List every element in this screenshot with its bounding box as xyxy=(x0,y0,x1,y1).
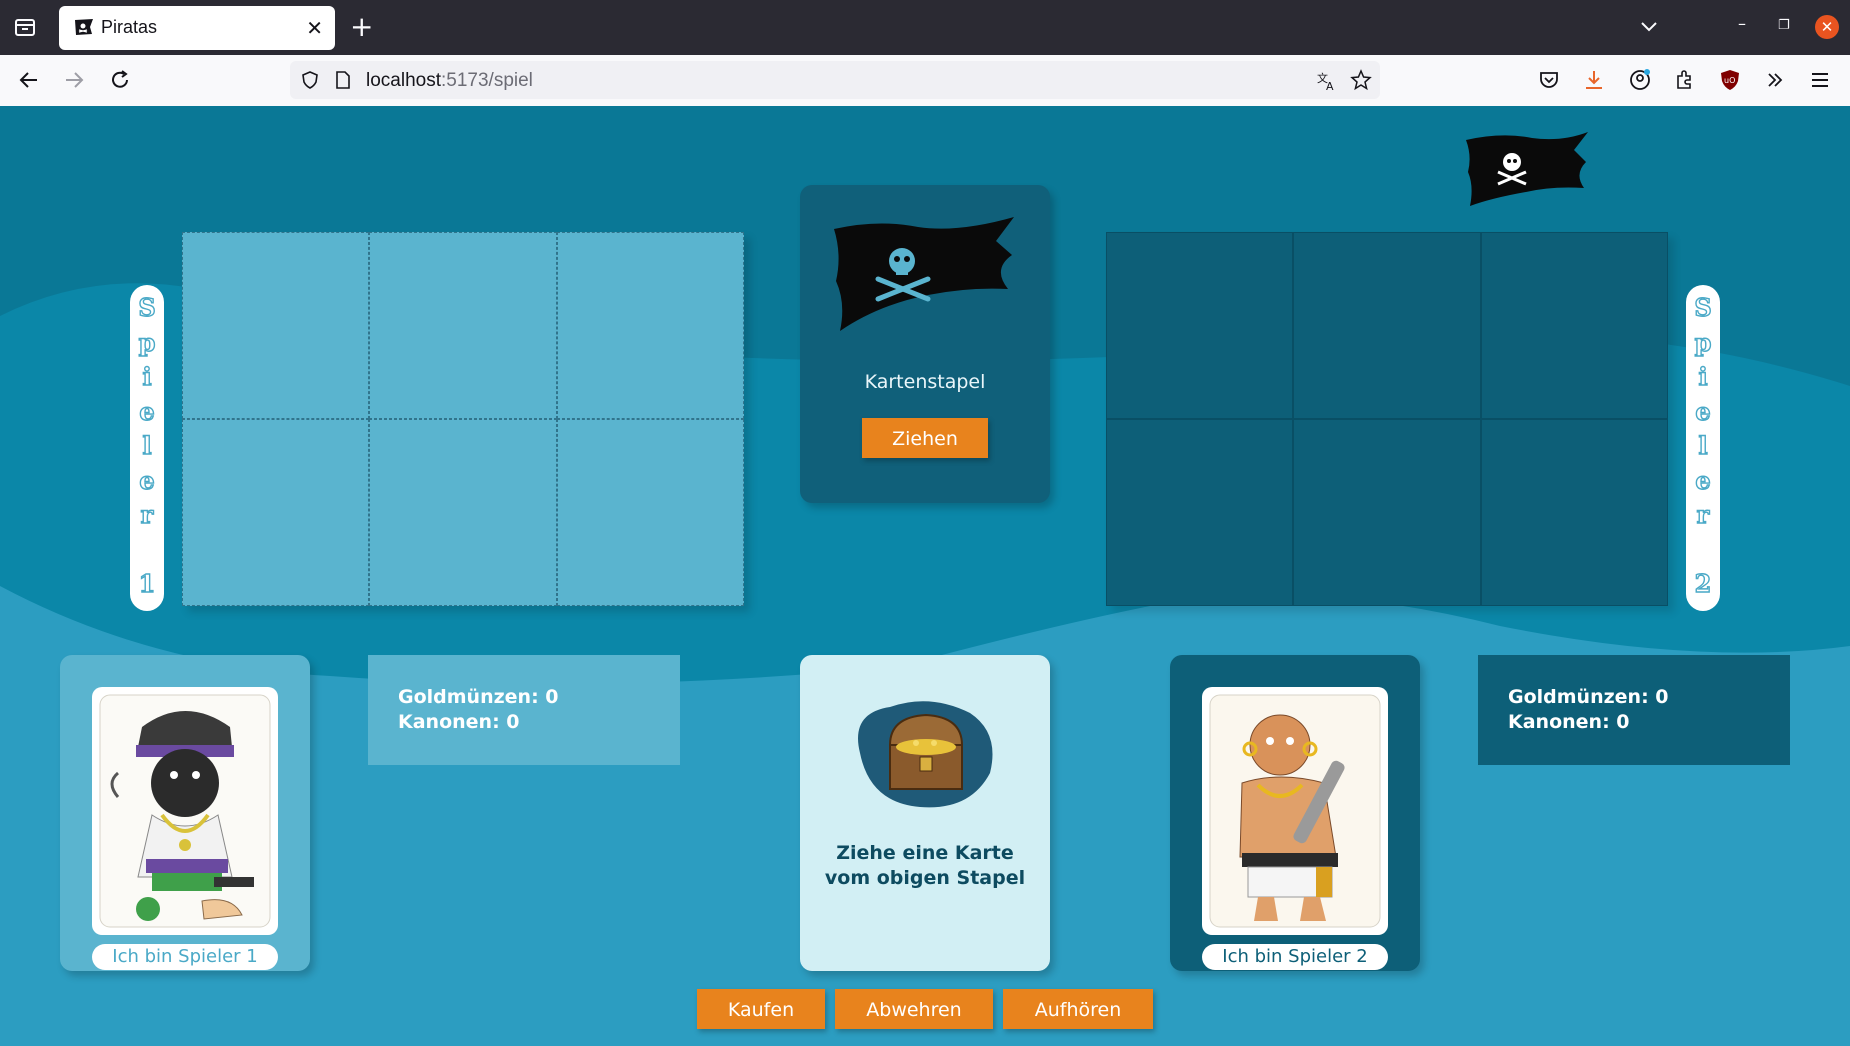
back-icon[interactable] xyxy=(16,67,42,93)
extensions-icon[interactable] xyxy=(1673,68,1697,92)
translate-icon[interactable]: 文 A xyxy=(1316,70,1338,92)
player1-board xyxy=(182,232,744,606)
player2-name: Ich bin Spieler 2 xyxy=(1202,944,1388,970)
player2-cannons: Kanonen: 0 xyxy=(1508,711,1630,733)
page-info-icon[interactable] xyxy=(334,70,352,90)
game-page: S p i e l e r 1 Kartenstapel Ziehen S p … xyxy=(0,106,1850,1046)
player1-label-char xyxy=(130,533,164,568)
player1-label-char: r xyxy=(140,499,154,529)
player2-board-slot[interactable] xyxy=(1106,419,1294,606)
restore-icon[interactable]: ❐ xyxy=(1778,18,1790,33)
firefox-view-icon[interactable] xyxy=(12,14,38,40)
player1-board-slot[interactable] xyxy=(556,419,744,606)
player1-label-char: 1 xyxy=(138,568,156,598)
window-close-icon[interactable]: ✕ xyxy=(1815,15,1839,39)
player1-name: Ich bin Spieler 1 xyxy=(92,944,278,970)
menu-icon[interactable] xyxy=(1808,68,1832,92)
browser-tab-bar: Piratas ✕ + – ❐ ✕ xyxy=(0,0,1850,55)
url-host: localhost xyxy=(366,70,441,91)
treasure-chest-icon xyxy=(858,701,993,808)
url-bar[interactable]: localhost:5173/spiel 文 A xyxy=(290,61,1380,99)
minimize-icon[interactable]: – xyxy=(1738,14,1746,33)
card-deck[interactable]: Kartenstapel Ziehen xyxy=(800,185,1050,503)
list-all-tabs-icon[interactable] xyxy=(1637,14,1661,38)
player2-board xyxy=(1106,232,1668,606)
player2-board-slot[interactable] xyxy=(1480,232,1668,419)
player2-character-card[interactable] xyxy=(1202,687,1388,935)
player2-label-char: p xyxy=(1694,327,1712,357)
pirate-character-image xyxy=(1209,694,1381,928)
player2-board-slot[interactable] xyxy=(1480,419,1668,606)
player1-label-char: p xyxy=(138,327,156,357)
pirate-flag-favicon-icon xyxy=(75,19,93,35)
deck-title: Kartenstapel xyxy=(864,371,986,393)
player2-label-char: i xyxy=(1698,361,1709,391)
stop-button[interactable]: Aufhören xyxy=(1003,989,1153,1029)
player1-label-char: e xyxy=(139,465,156,495)
buy-button[interactable]: Kaufen xyxy=(697,989,825,1029)
draw-card-button[interactable]: Ziehen xyxy=(862,418,988,458)
player1-board-slot[interactable] xyxy=(182,419,370,606)
browser-tab[interactable]: Piratas ✕ xyxy=(59,6,335,50)
downloads-icon[interactable] xyxy=(1582,68,1606,92)
player2-character-panel: Ich bin Spieler 2 xyxy=(1170,655,1420,971)
svg-text:uO: uO xyxy=(1724,76,1735,85)
player2-label-char xyxy=(1686,533,1720,568)
more-tools-icon[interactable] xyxy=(1763,68,1787,92)
hint-card: Ziehe eine Karte vom obigen Stapel xyxy=(800,655,1050,971)
player2-board-slot[interactable] xyxy=(1106,232,1294,419)
player2-label-char: e xyxy=(1695,465,1712,495)
browser-nav-bar: localhost:5173/spiel 文 A uO xyxy=(0,55,1850,107)
player1-board-slot[interactable] xyxy=(369,232,557,419)
player1-board-slot[interactable] xyxy=(182,232,370,419)
shield-icon[interactable] xyxy=(300,70,320,90)
player2-gold: Goldmünzen: 0 xyxy=(1508,686,1669,708)
bookmark-star-icon[interactable] xyxy=(1350,69,1372,91)
player1-cannons: Kanonen: 0 xyxy=(398,711,520,733)
player1-character-panel: Ich bin Spieler 1 xyxy=(60,655,310,971)
player2-label-char: e xyxy=(1695,396,1712,426)
hint-text: Ziehe eine Karte vom obigen Stapel xyxy=(800,841,1050,891)
pirate-flag-icon xyxy=(834,217,1014,331)
defend-button[interactable]: Abwehren xyxy=(835,989,993,1029)
hint-line-2: vom obigen Stapel xyxy=(824,867,1026,889)
player1-stats: Goldmünzen: 0 Kanonen: 0 xyxy=(368,655,680,765)
player1-label-char: S xyxy=(138,292,157,322)
url-path: :5173/spiel xyxy=(441,70,533,91)
player2-label-char: S xyxy=(1694,292,1713,322)
player2-label-char: r xyxy=(1696,499,1710,529)
player1-label-char: e xyxy=(139,396,156,426)
new-tab-icon[interactable]: + xyxy=(350,10,373,43)
player1-vertical-label: S p i e l e r 1 xyxy=(130,285,164,611)
player1-character-card[interactable] xyxy=(92,687,278,935)
url-text[interactable]: localhost:5173/spiel xyxy=(366,70,533,92)
player1-gold: Goldmünzen: 0 xyxy=(398,686,559,708)
player2-board-slot[interactable] xyxy=(1293,232,1481,419)
ublock-origin-icon[interactable]: uO xyxy=(1718,68,1742,92)
hint-line-1: Ziehe eine Karte xyxy=(836,842,1014,864)
player2-stats: Goldmünzen: 0 Kanonen: 0 xyxy=(1478,655,1790,765)
player2-label-char: 2 xyxy=(1694,568,1712,598)
active-player-flag-icon xyxy=(1466,132,1588,206)
pocket-icon[interactable] xyxy=(1537,68,1561,92)
player1-label-char: i xyxy=(142,361,153,391)
close-tab-icon[interactable]: ✕ xyxy=(306,16,323,40)
player1-board-slot[interactable] xyxy=(556,232,744,419)
player2-board-slot[interactable] xyxy=(1293,419,1481,606)
forward-icon[interactable] xyxy=(61,67,87,93)
pirate-character-image xyxy=(99,694,271,928)
player1-board-slot[interactable] xyxy=(369,419,557,606)
account-icon[interactable] xyxy=(1628,68,1652,92)
player1-label-char: l xyxy=(142,430,153,460)
player2-label-char: l xyxy=(1698,430,1709,460)
reload-icon[interactable] xyxy=(107,67,133,93)
svg-text:A: A xyxy=(1326,80,1334,92)
player2-vertical-label: S p i e l e r 2 xyxy=(1686,285,1720,611)
tab-title: Piratas xyxy=(101,17,158,37)
